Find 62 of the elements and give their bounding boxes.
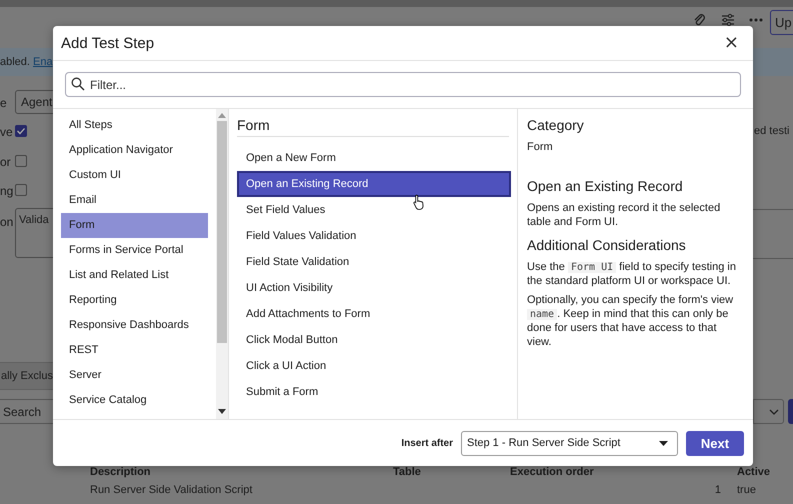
section-heading: Category	[527, 117, 585, 133]
category-value: Form	[527, 140, 554, 154]
dropdown-icon	[659, 440, 668, 446]
hand-cursor-icon	[413, 194, 425, 210]
table-cell: 1	[714, 484, 721, 496]
column-header[interactable]: Active	[737, 466, 770, 478]
category-item[interactable]: All Steps	[61, 113, 208, 138]
scrollbar[interactable]	[216, 109, 228, 419]
table-cell: true	[737, 484, 756, 496]
more-icon[interactable]	[749, 18, 763, 22]
field-label: ng	[0, 184, 14, 198]
step-item[interactable]: UI Action Visibility	[237, 275, 511, 301]
field-label: e	[0, 96, 7, 110]
category-item[interactable]: Server	[61, 363, 208, 388]
category-item[interactable]: List and Related List	[61, 263, 208, 288]
scroll-up-icon[interactable]	[218, 113, 226, 118]
checkbox[interactable]	[15, 155, 27, 167]
step-item[interactable]: Click a UI Action	[237, 353, 511, 379]
paperclip-icon[interactable]	[693, 13, 707, 27]
column-header[interactable]: Table	[393, 466, 421, 478]
column-header[interactable]: Description	[90, 466, 151, 478]
paragraph: Use the Form UI field to specify testing in the standard platform UI or workspace UI.	[527, 260, 737, 288]
checkbox[interactable]	[15, 125, 27, 137]
category-item[interactable]: Form	[61, 213, 208, 238]
select-field[interactable]	[753, 399, 784, 424]
step-item[interactable]: Set Field Values	[237, 197, 511, 223]
scroll-down-icon[interactable]	[218, 409, 226, 414]
category-item[interactable]: Application Navigator	[61, 138, 208, 163]
table-cell: Run Server Side Validation Script	[90, 484, 252, 496]
category-item[interactable]: Custom UI	[61, 163, 208, 188]
step-heading: Open an Existing Record	[527, 178, 684, 194]
next-button[interactable]: Next	[686, 430, 744, 456]
dialog-title: Add Test Step	[61, 34, 154, 52]
step-description: Opens an existing record it the selected table and Form UI.	[527, 201, 722, 229]
filter-field[interactable]: Filter...	[65, 72, 741, 97]
step-item[interactable]: Add Attachments to Form	[237, 301, 511, 327]
insert-after-select[interactable]: Step 1 - Run Server Side Script	[461, 430, 678, 456]
chevron-down-icon	[769, 408, 779, 414]
list-heading: Form	[237, 117, 509, 137]
banner-text: abled.	[0, 56, 31, 68]
sliders-icon[interactable]	[721, 13, 735, 27]
step-item[interactable]: Field State Validation	[237, 249, 511, 275]
step-item[interactable]: Field Values Validation	[237, 223, 511, 249]
step-item[interactable]: Click Modal Button	[237, 327, 511, 353]
insert-after-label: Insert after	[401, 438, 453, 448]
field-label: ed testi	[754, 125, 790, 137]
category-item[interactable]: Responsive Dashboards	[61, 313, 208, 338]
field-label: ve	[0, 125, 13, 139]
category-item[interactable]: Service Catalog	[61, 388, 208, 413]
category-item[interactable]: Reporting	[61, 288, 208, 313]
step-item[interactable]: Open a New Form	[237, 145, 511, 171]
close-button[interactable]: ×	[718, 34, 745, 52]
field-label: on	[0, 215, 14, 229]
field-label: or	[0, 155, 11, 169]
section-heading: Additional Considerations	[527, 237, 687, 253]
update-button[interactable]: Up	[770, 10, 793, 35]
step-item[interactable]: Submit a Form	[237, 379, 511, 405]
category-item[interactable]: REST	[61, 338, 208, 363]
paragraph: Optionally, you can specify the form's view name . Keep in mind that this can only be done for users that have access to that view.	[527, 293, 734, 349]
column-header[interactable]: Execution order	[510, 466, 594, 478]
checkbox[interactable]	[15, 184, 27, 196]
step-item[interactable]: Open an Existing Record	[237, 171, 511, 197]
